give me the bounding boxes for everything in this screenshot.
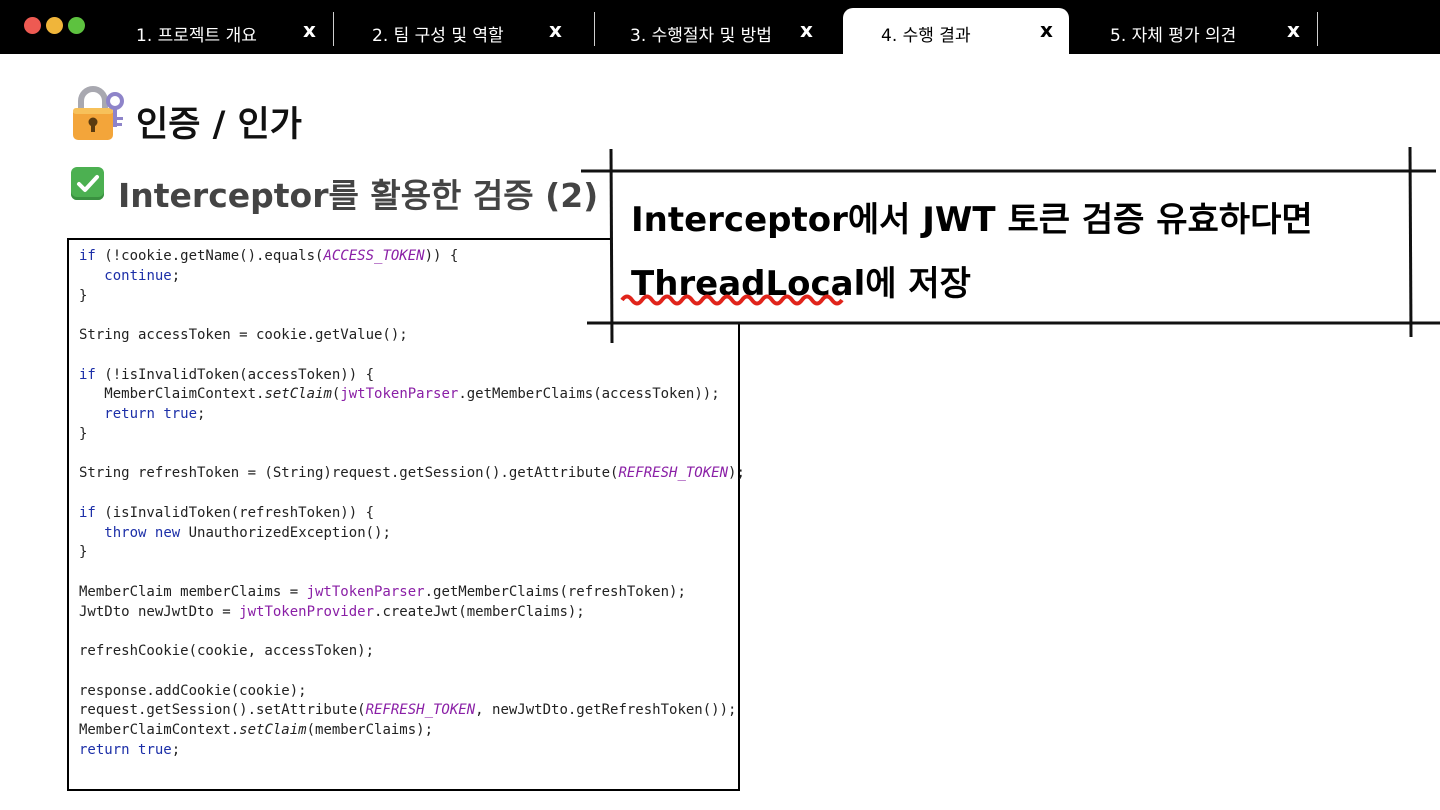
tab-close-icon[interactable]: x bbox=[800, 18, 813, 42]
slide-title: 인증 / 인가 bbox=[136, 105, 302, 145]
tab-bar: 1. 프로젝트 개요 x 2. 팀 구성 및 역할 x 3. 수행절차 및 방법… bbox=[0, 0, 1440, 54]
red-underline-squiggle bbox=[620, 294, 844, 306]
code-token: true bbox=[163, 406, 198, 422]
code-token: ); bbox=[728, 465, 745, 482]
code-token: if bbox=[79, 248, 96, 264]
check-mark-button-icon bbox=[71, 167, 104, 200]
code-token: return bbox=[104, 406, 155, 422]
minimize-window-dot[interactable] bbox=[46, 17, 63, 34]
code-token: if bbox=[79, 504, 96, 521]
callout-line-1: Interceptor에서 JWT 토큰 검증 유효하다면 bbox=[631, 200, 1313, 240]
code-token: true bbox=[138, 741, 172, 758]
code-token: ; bbox=[171, 741, 181, 758]
tab-process-methods[interactable]: 3. 수행절차 및 방법 x bbox=[595, 8, 842, 54]
tab-close-icon[interactable]: x bbox=[1040, 18, 1053, 42]
tab-close-icon[interactable]: x bbox=[1287, 18, 1300, 42]
callout-frame bbox=[581, 146, 1440, 344]
callout-line-2-rest: 에 저장 bbox=[865, 264, 971, 304]
code-token: jwtTokenParser bbox=[340, 386, 459, 403]
code-token: jwtTokenProvider bbox=[239, 603, 375, 620]
code-token: (!cookie.getName().equals( bbox=[95, 248, 324, 264]
tab-label: 3. 수행절차 및 방법 bbox=[630, 26, 772, 46]
tab-divider bbox=[1317, 12, 1318, 46]
code-token: setClaim bbox=[239, 722, 307, 738]
slide-subtitle: Interceptor를 활용한 검증 (2) bbox=[118, 176, 599, 215]
tab-project-overview[interactable]: 1. 프로젝트 개요 x bbox=[96, 8, 332, 54]
code-token: ACCESS_TOKEN bbox=[323, 248, 425, 264]
tab-self-evaluation[interactable]: 5. 자체 평가 의견 x bbox=[1070, 8, 1316, 54]
code-token: REFRESH_TOKEN bbox=[365, 702, 476, 719]
tab-label: 2. 팀 구성 및 역할 bbox=[372, 26, 504, 46]
code-token: (memberClaims); bbox=[306, 722, 434, 738]
code-token: setClaim bbox=[264, 386, 332, 403]
code-token: REFRESH_TOKEN bbox=[618, 465, 729, 482]
tab-close-icon[interactable]: x bbox=[549, 18, 562, 42]
tab-label: 4. 수행 결과 bbox=[881, 26, 971, 46]
tab-close-icon[interactable]: x bbox=[303, 18, 316, 42]
maximize-window-dot[interactable] bbox=[68, 17, 85, 34]
tab-label: 5. 자체 평가 의견 bbox=[1110, 26, 1237, 46]
tab-results[interactable]: 4. 수행 결과 x bbox=[843, 8, 1069, 54]
close-window-dot[interactable] bbox=[24, 17, 41, 34]
lock-with-key-icon bbox=[70, 84, 126, 142]
code-token: jwtTokenParser bbox=[306, 583, 425, 600]
code-token: throw bbox=[104, 524, 147, 541]
code-token: continue bbox=[104, 267, 172, 284]
tab-team-roles[interactable]: 2. 팀 구성 및 역할 x bbox=[334, 8, 593, 54]
code-token: new bbox=[154, 524, 181, 541]
tab-label: 1. 프로젝트 개요 bbox=[136, 26, 257, 46]
code-token: if bbox=[79, 366, 96, 383]
code-token: return bbox=[79, 741, 130, 758]
